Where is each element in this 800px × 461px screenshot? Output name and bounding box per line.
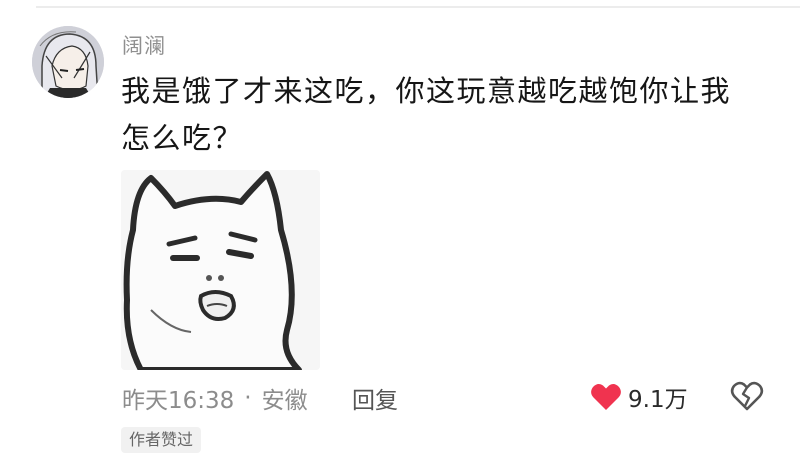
author-liked-badge: 作者赞过	[121, 427, 202, 453]
like-count: 9.1万	[628, 387, 688, 413]
cartoon-cat-sticker-icon	[121, 170, 320, 370]
like-button[interactable]: 9.1万	[590, 380, 688, 414]
reply-button[interactable]: 回复	[352, 381, 398, 415]
comment-time: 昨天16:38	[122, 388, 235, 414]
meta-separator: ·	[244, 385, 252, 411]
comment-location: 安徽	[261, 388, 308, 414]
avatar-icon	[32, 26, 104, 98]
heart-icon	[591, 384, 621, 410]
comment-sticker-image[interactable]	[121, 170, 320, 370]
comment-text: 我是饿了才来这吃，你这玩意越吃越饱你让我怎么吃？	[121, 74, 732, 155]
comment-meta: 昨天16:38 · 安徽	[122, 381, 308, 415]
user-avatar[interactable]	[32, 26, 104, 98]
top-divider	[36, 6, 800, 8]
broken-heart-icon	[730, 381, 764, 411]
dislike-button[interactable]	[730, 380, 764, 416]
comment-username[interactable]: 阔澜	[122, 30, 166, 60]
